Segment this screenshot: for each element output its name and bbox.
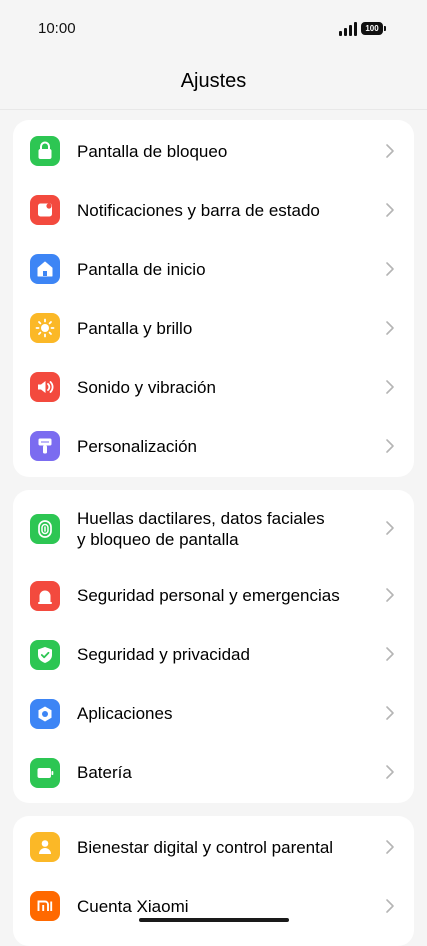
chevron-right-icon [386, 321, 394, 335]
settings-item-security-privacy[interactable]: Seguridad y privacidad [13, 625, 414, 684]
chevron-right-icon [386, 840, 394, 854]
home-icon [30, 254, 60, 284]
settings-item-label: Aplicaciones [77, 704, 173, 723]
chevron-right-icon [386, 203, 394, 217]
header: Ajustes [0, 58, 427, 110]
brush-icon [30, 431, 60, 461]
signal-icon [339, 22, 357, 36]
apps-icon [30, 699, 60, 729]
settings-item-label: Personalización [77, 437, 198, 456]
settings-item-digital-wellbeing[interactable]: Bienestar digital y control parental [13, 817, 414, 876]
settings-item-label: Seguridad y privacidad [77, 645, 250, 664]
settings-item-label: Pantalla y brillo [77, 319, 193, 338]
settings-item-label-line2: y bloqueo de pantalla [77, 530, 239, 549]
chevron-right-icon [386, 706, 394, 720]
settings-item-notifications[interactable]: Notificaciones y barra de estado [13, 180, 414, 239]
chevron-right-icon [386, 262, 394, 276]
notification-icon [30, 195, 60, 225]
settings-item-label: Bienestar digital y control parental [77, 838, 334, 857]
settings-item-label: Pantalla de inicio [77, 260, 206, 279]
sun-icon [30, 313, 60, 343]
chevron-right-icon [386, 647, 394, 661]
settings-group-3: Bienestar digital y control parental Cue… [13, 816, 414, 946]
settings-group-1: Pantalla de bloqueo Notificaciones y bar… [13, 120, 414, 477]
settings-item-battery[interactable]: Batería [13, 743, 414, 802]
status-time: 10:00 [38, 20, 76, 37]
settings-item-biometrics[interactable]: Huellas dactilares, datos faciales y blo… [13, 498, 414, 560]
siren-icon [30, 581, 60, 611]
settings-item-label-line1: Huellas dactilares, datos faciales [77, 509, 325, 528]
settings-item-xiaomi-account[interactable]: Cuenta Xiaomi [13, 876, 414, 935]
xiaomi-icon [30, 891, 60, 921]
battery-status-icon: 100 [361, 22, 386, 35]
shield-icon [30, 640, 60, 670]
settings-item-lock-screen[interactable]: Pantalla de bloqueo [13, 121, 414, 180]
battery-icon [30, 758, 60, 788]
settings-item-label: Notificaciones y barra de estado [77, 201, 320, 220]
speaker-icon [30, 372, 60, 402]
settings-item-label: Seguridad personal y emergencias [77, 586, 340, 605]
chevron-right-icon [386, 765, 394, 779]
header-divider [0, 109, 427, 110]
settings-item-label: Sonido y vibración [77, 378, 216, 397]
settings-item-personalization[interactable]: Personalización [13, 416, 414, 475]
settings-item-home-screen[interactable]: Pantalla de inicio [13, 239, 414, 298]
settings-group-2: Huellas dactilares, datos faciales y blo… [13, 490, 414, 803]
settings-item-label: Batería [77, 763, 132, 782]
chevron-right-icon [386, 439, 394, 453]
status-bar: 10:00 100 [0, 0, 427, 58]
chevron-right-icon [386, 380, 394, 394]
settings-item-sound[interactable]: Sonido y vibración [13, 357, 414, 416]
lock-icon [30, 136, 60, 166]
chevron-right-icon [386, 899, 394, 913]
settings-item-apps[interactable]: Aplicaciones [13, 684, 414, 743]
wellbeing-icon [30, 832, 60, 862]
settings-item-emergency[interactable]: Seguridad personal y emergencias [13, 566, 414, 625]
home-indicator[interactable] [139, 918, 289, 922]
chevron-right-icon [386, 521, 394, 535]
settings-item-display[interactable]: Pantalla y brillo [13, 298, 414, 357]
page-title: Ajustes [180, 70, 247, 92]
chevron-right-icon [386, 144, 394, 158]
settings-item-label: Cuenta Xiaomi [77, 897, 189, 916]
fingerprint-icon [30, 514, 60, 544]
settings-item-label: Pantalla de bloqueo [77, 142, 228, 161]
chevron-right-icon [386, 588, 394, 602]
